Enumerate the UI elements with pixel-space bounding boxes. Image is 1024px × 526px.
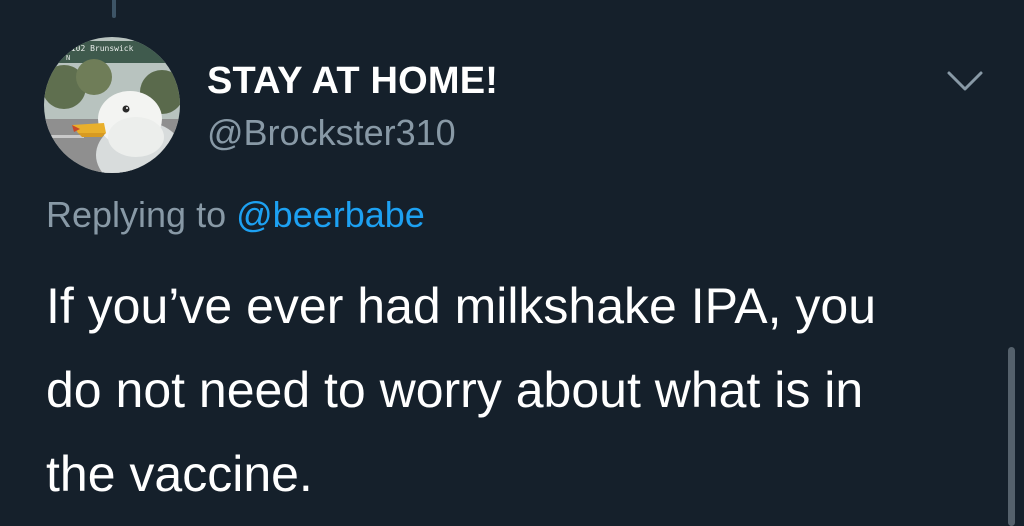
chevron-down-icon[interactable]: [944, 62, 986, 98]
seagull-avatar-icon: A102 Brunswick N: [44, 37, 180, 173]
tweet-text-line: do not need to worry about what is in: [46, 362, 864, 418]
author-display-name[interactable]: STAY AT HOME!: [207, 60, 498, 103]
reply-mention-link[interactable]: @beerbabe: [236, 194, 425, 235]
scrollbar[interactable]: [1008, 347, 1015, 526]
replying-to: Replying to @beerbabe: [46, 194, 425, 236]
tweet-text-line: If you’ve ever had milkshake IPA, you: [46, 278, 877, 334]
tweet-detail-view: A102 Brunswick N STAY AT HOME! @Brockste…: [0, 0, 1024, 526]
avatar-sign-sub: N: [66, 54, 70, 62]
author-handle[interactable]: @Brockster310: [207, 112, 456, 154]
tweet-text: If you’ve ever had milkshake IPA, you do…: [46, 264, 996, 516]
replying-to-label: Replying to: [46, 194, 227, 235]
avatar-sign-text: A102 Brunswick: [66, 44, 134, 53]
avatar[interactable]: A102 Brunswick N: [44, 37, 180, 173]
tweet-text-line: the vaccine.: [46, 446, 313, 502]
thread-connector-line: [112, 0, 116, 18]
